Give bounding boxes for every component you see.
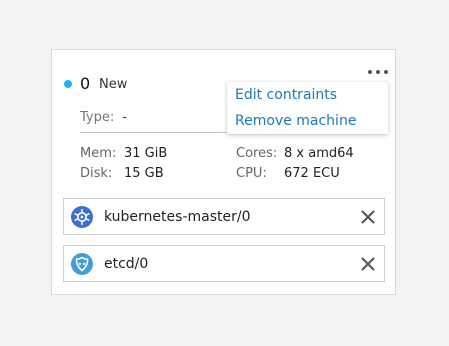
machine-status: New	[99, 77, 128, 92]
disk-label: Disk:	[80, 166, 113, 181]
type-label: Type:	[80, 110, 115, 125]
mem-value: 31 GiB	[124, 146, 168, 161]
machine-card: 0 New Edit contraints Remove machine Typ…	[51, 49, 396, 295]
application-name: kubernetes-master/0	[104, 209, 251, 225]
type-value: -	[122, 110, 127, 125]
menu-dot	[384, 70, 388, 74]
application-unit[interactable]: kubernetes-master/0	[63, 198, 385, 235]
menu-dot	[376, 70, 380, 74]
kubernetes-icon	[71, 206, 93, 228]
close-icon[interactable]	[360, 209, 376, 225]
application-unit[interactable]: etcd/0	[63, 245, 385, 282]
disk-value: 15 GB	[124, 166, 164, 181]
application-name: etcd/0	[104, 256, 149, 272]
close-icon[interactable]	[360, 256, 376, 272]
cpu-value: 672 ECU	[284, 166, 340, 181]
machine-type: Type: -	[80, 110, 127, 125]
more-options-icon[interactable]	[368, 67, 388, 77]
mem-label: Mem:	[80, 146, 117, 161]
cpu-label: CPU:	[236, 166, 267, 181]
machine-id: 0	[80, 74, 91, 93]
menu-dot	[368, 70, 372, 74]
status-indicator	[64, 80, 72, 88]
etcd-icon	[71, 253, 93, 275]
cores-label: Cores:	[236, 146, 278, 161]
machine-menu: Edit contraints Remove machine	[227, 82, 388, 134]
menu-item-remove-machine[interactable]: Remove machine	[235, 113, 356, 129]
cores-value: 8 x amd64	[284, 146, 354, 161]
menu-item-edit-constraints[interactable]: Edit contraints	[235, 87, 337, 103]
